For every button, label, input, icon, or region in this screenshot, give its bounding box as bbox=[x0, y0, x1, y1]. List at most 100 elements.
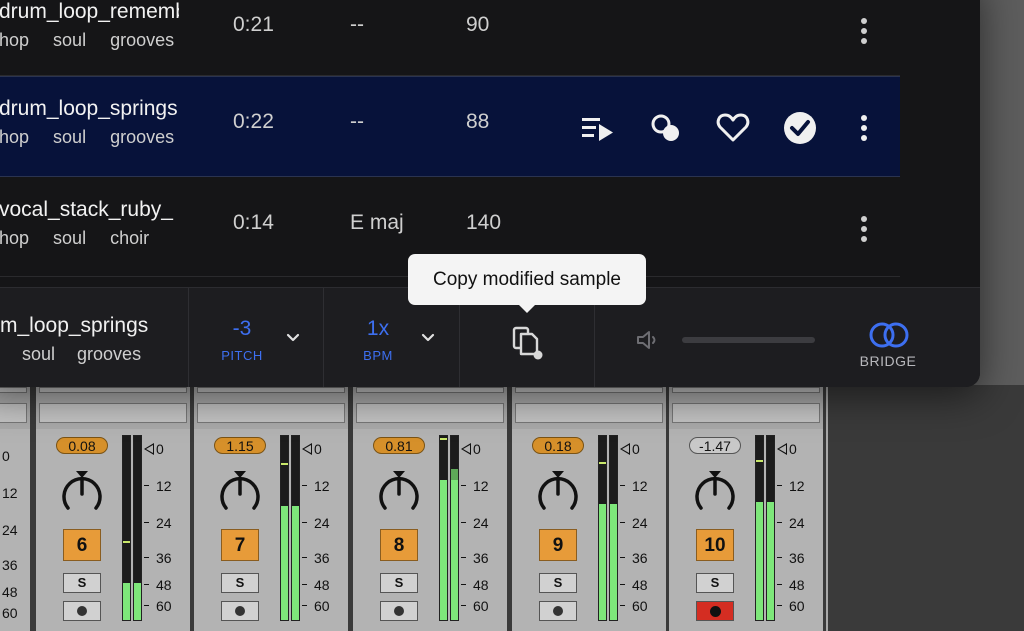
pan-knob[interactable] bbox=[217, 471, 263, 517]
solo-button[interactable]: S bbox=[380, 573, 418, 593]
chevron-down-icon[interactable] bbox=[285, 330, 301, 346]
sample-browser-panel: drum_loop_rememb hop soul grooves 0:21 -- … bbox=[0, 0, 980, 387]
scale-label: 12 bbox=[473, 478, 489, 494]
clip-slot[interactable] bbox=[672, 403, 820, 423]
record-arm-button[interactable] bbox=[221, 601, 259, 621]
tag[interactable]: grooves bbox=[77, 344, 141, 364]
sample-duration: 0:22 bbox=[233, 110, 274, 133]
tag[interactable]: soul bbox=[53, 30, 86, 50]
bpm-multiplier-value[interactable]: 1x bbox=[348, 317, 408, 341]
speaker-icon[interactable] bbox=[635, 328, 663, 352]
pan-knob[interactable] bbox=[535, 471, 581, 517]
clip-slot[interactable] bbox=[356, 387, 504, 393]
scale-label: 0 bbox=[156, 441, 164, 457]
record-arm-button[interactable] bbox=[63, 601, 101, 621]
track-number[interactable]: 6 bbox=[63, 529, 101, 561]
sample-tags: hop soul grooves bbox=[0, 30, 198, 51]
clip-slot[interactable] bbox=[39, 403, 187, 423]
clip-slot[interactable] bbox=[515, 387, 663, 393]
pan-knob[interactable] bbox=[692, 471, 738, 517]
queue-play-icon[interactable] bbox=[580, 112, 616, 144]
mixer-strip: 0.18 9 S 0 12 24 36 48 60 bbox=[510, 385, 666, 631]
record-arm-button[interactable] bbox=[380, 601, 418, 621]
tag[interactable]: grooves bbox=[110, 127, 174, 147]
volume-slider[interactable] bbox=[682, 337, 815, 343]
track-volume-value[interactable]: 0.18 bbox=[532, 437, 584, 454]
sample-row[interactable]: drum_loop_rememb hop soul grooves 0:21 -- … bbox=[0, 0, 900, 80]
clip-slot[interactable] bbox=[672, 387, 820, 393]
tag[interactable]: hop bbox=[0, 30, 29, 50]
scale-label: 36 bbox=[314, 550, 330, 566]
sample-name[interactable]: vocal_stack_ruby_ bbox=[0, 198, 179, 222]
pan-knob[interactable] bbox=[376, 471, 422, 517]
clip-slot[interactable] bbox=[515, 403, 663, 423]
track-volume-value[interactable]: 0.81 bbox=[373, 437, 425, 454]
tag[interactable]: soul bbox=[53, 228, 86, 248]
tag[interactable]: soul bbox=[53, 127, 86, 147]
sample-duration: 0:14 bbox=[233, 211, 274, 234]
level-meter-right bbox=[133, 435, 142, 621]
copy-modified-sample-icon[interactable] bbox=[510, 322, 546, 360]
track-volume-value[interactable]: 0.08 bbox=[56, 437, 108, 454]
track-number[interactable]: 9 bbox=[539, 529, 577, 561]
tag[interactable]: soul bbox=[22, 344, 55, 364]
player-divider bbox=[188, 288, 189, 387]
clip-slot[interactable] bbox=[356, 403, 504, 423]
tag[interactable]: choir bbox=[110, 228, 149, 248]
record-arm-button[interactable] bbox=[539, 601, 577, 621]
clip-slot[interactable] bbox=[197, 403, 345, 423]
sample-name[interactable]: drum_loop_rememb bbox=[0, 0, 179, 24]
scale-label: 60 bbox=[314, 598, 330, 614]
level-meter-right bbox=[766, 435, 775, 621]
more-vertical-icon[interactable] bbox=[846, 112, 882, 144]
track-number[interactable]: 10 bbox=[696, 529, 734, 561]
pitch-value[interactable]: -3 bbox=[212, 317, 272, 341]
scale-label: 12 bbox=[789, 478, 805, 494]
scale-label: 12 bbox=[156, 478, 172, 494]
track-number[interactable]: 8 bbox=[380, 529, 418, 561]
level-meter-left bbox=[598, 435, 607, 621]
level-meter-right bbox=[609, 435, 618, 621]
scale-label: 60 bbox=[789, 598, 805, 614]
level-meter-left bbox=[439, 435, 448, 621]
more-vertical-icon[interactable] bbox=[846, 15, 882, 47]
tag[interactable]: grooves bbox=[110, 30, 174, 50]
similar-samples-icon[interactable] bbox=[648, 112, 684, 144]
clip-slot[interactable] bbox=[39, 387, 187, 393]
scale-label: 12 bbox=[632, 478, 648, 494]
chevron-down-icon[interactable] bbox=[420, 330, 436, 346]
sample-name[interactable]: drum_loop_springs bbox=[0, 97, 179, 121]
tag[interactable]: hop bbox=[0, 228, 29, 248]
scale-label: 60 bbox=[632, 598, 648, 614]
sample-key: E maj bbox=[350, 211, 404, 234]
scale-label: 24 bbox=[789, 515, 805, 531]
clip-slot[interactable] bbox=[197, 387, 345, 393]
solo-button[interactable]: S bbox=[696, 573, 734, 593]
bridge-icon[interactable] bbox=[868, 320, 910, 350]
solo-button[interactable]: S bbox=[539, 573, 577, 593]
clip-slot[interactable] bbox=[0, 403, 27, 423]
level-meter-left bbox=[122, 435, 131, 621]
mixer-strip: 1.15 7 S 0 12 24 36 48 60 bbox=[192, 385, 348, 631]
track-volume-value[interactable]: 1.15 bbox=[214, 437, 266, 454]
tag[interactable]: hop bbox=[0, 127, 29, 147]
bridge-label[interactable]: BRIDGE bbox=[858, 353, 918, 369]
scale-label: 48 bbox=[2, 584, 18, 600]
sample-row-selected[interactable]: drum_loop_springs hop soul grooves 0:22 --… bbox=[0, 76, 900, 177]
heart-icon[interactable] bbox=[715, 112, 751, 144]
check-circle-icon[interactable] bbox=[782, 112, 818, 144]
scale-label: 36 bbox=[473, 550, 489, 566]
clip-slot[interactable] bbox=[0, 387, 27, 393]
scale-label: 0 bbox=[314, 441, 322, 457]
sample-duration: 0:21 bbox=[233, 13, 274, 36]
track-volume-value[interactable]: -1.47 bbox=[689, 437, 741, 454]
more-vertical-icon[interactable] bbox=[846, 213, 882, 245]
track-number[interactable]: 7 bbox=[221, 529, 259, 561]
record-arm-button[interactable] bbox=[696, 601, 734, 621]
pan-knob[interactable] bbox=[59, 471, 105, 517]
solo-button[interactable]: S bbox=[63, 573, 101, 593]
bpm-label: BPM bbox=[363, 348, 393, 363]
player-sample-name: m_loop_springs bbox=[0, 314, 149, 337]
solo-button[interactable]: S bbox=[221, 573, 259, 593]
sample-tags: hop soul grooves bbox=[0, 127, 198, 148]
